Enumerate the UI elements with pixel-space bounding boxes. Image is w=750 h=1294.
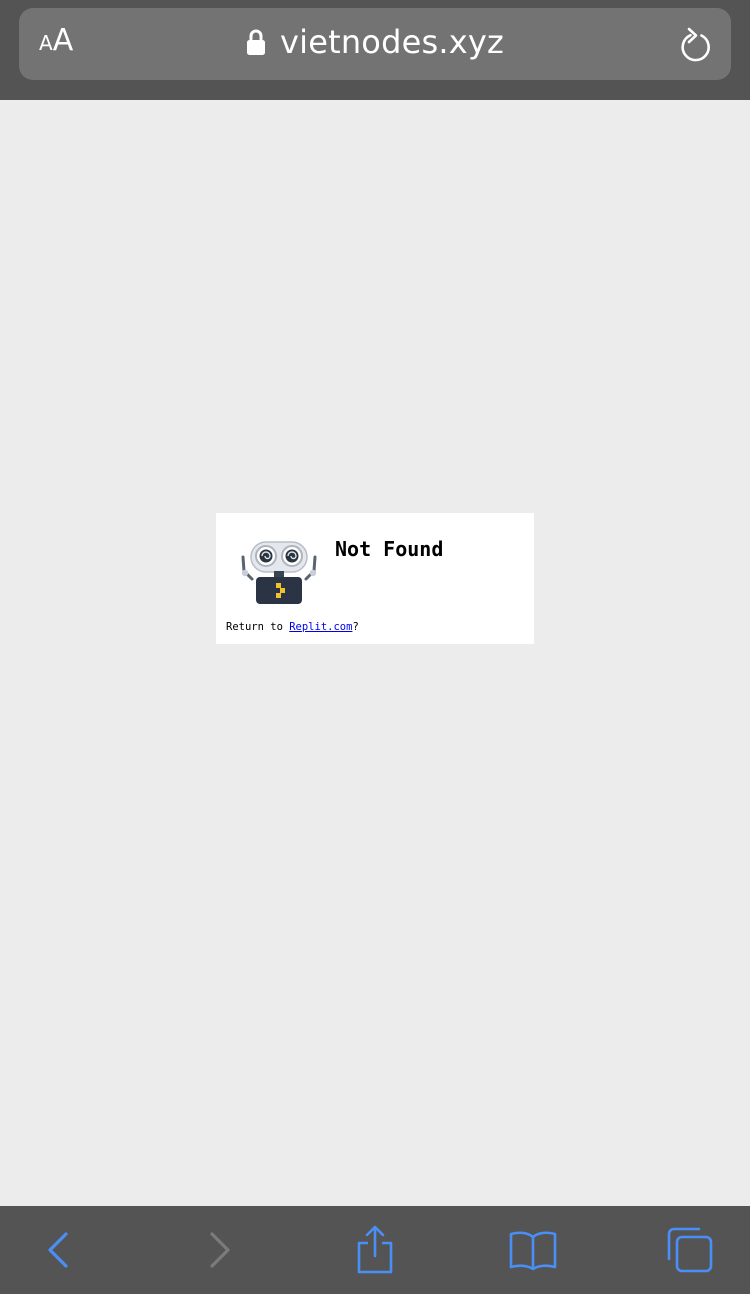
- forward-icon: [210, 1232, 230, 1268]
- reload-icon[interactable]: [679, 27, 713, 63]
- page-title: Not Found: [335, 537, 444, 561]
- replit-link[interactable]: Replit.com: [289, 621, 352, 633]
- tabs-icon: [667, 1227, 713, 1273]
- return-suffix: ?: [352, 621, 359, 633]
- url-text[interactable]: vietnodes.xyz: [280, 23, 504, 61]
- text-size-button[interactable]: AA: [39, 26, 73, 56]
- bookmarks-button[interactable]: [505, 1224, 561, 1276]
- bookmarks-icon: [509, 1231, 557, 1271]
- url-display: vietnodes.xyz: [19, 8, 731, 80]
- browser-bottom-toolbar: [0, 1206, 750, 1294]
- robot-illustration: [241, 541, 317, 604]
- return-message: Return to Replit.com?: [226, 621, 359, 633]
- back-icon: [48, 1232, 68, 1268]
- address-bar[interactable]: AA vietnodes.xyz: [19, 8, 731, 80]
- return-prefix: Return to: [226, 621, 290, 633]
- tabs-button[interactable]: [662, 1224, 718, 1276]
- back-button[interactable]: [31, 1224, 87, 1276]
- share-button[interactable]: [347, 1224, 403, 1276]
- lock-icon: [246, 29, 265, 55]
- not-found-card: Not Found Return to Replit.com?: [216, 513, 534, 644]
- share-icon: [357, 1225, 393, 1274]
- text-size-small-glyph: A: [39, 31, 53, 55]
- forward-button[interactable]: [191, 1224, 247, 1276]
- text-size-big-glyph: A: [52, 23, 74, 58]
- browser-top-bar: AA vietnodes.xyz: [0, 0, 750, 100]
